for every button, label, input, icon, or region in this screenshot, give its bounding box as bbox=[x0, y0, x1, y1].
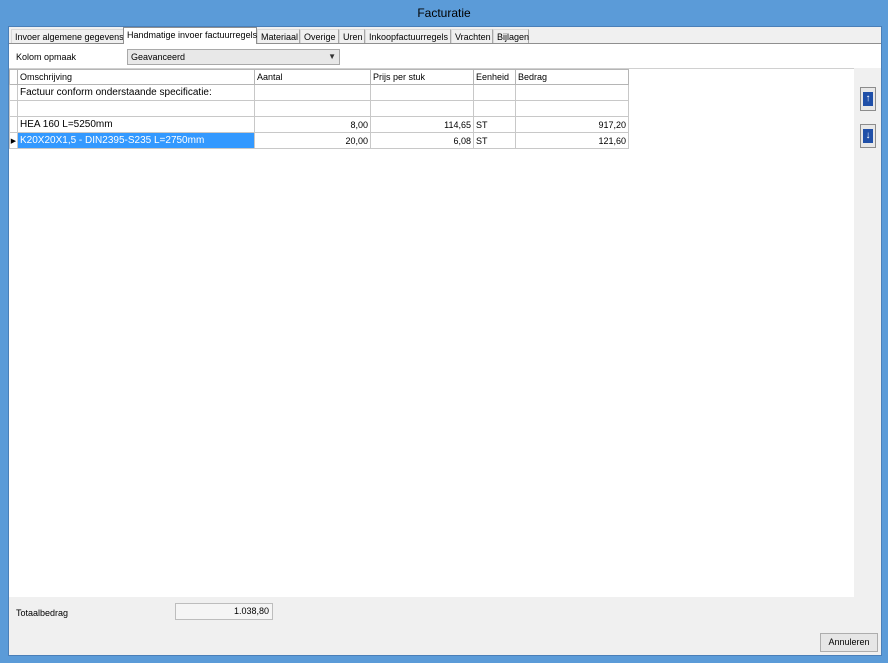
arrow-down-icon: ↓ bbox=[863, 129, 873, 143]
cell-prijs[interactable] bbox=[370, 84, 474, 101]
tab-bijlagen[interactable]: Bijlagen bbox=[493, 29, 529, 43]
tab-materiaal[interactable]: Materiaal bbox=[257, 29, 300, 43]
table-row[interactable] bbox=[9, 100, 629, 117]
window-title: Facturatie bbox=[417, 6, 471, 20]
row-selector[interactable] bbox=[9, 100, 18, 117]
cell-prijs[interactable]: 114,65 bbox=[370, 116, 474, 133]
cell-omschrijving[interactable]: K20X20X1,5 - DIN2395-S235 L=2750mm bbox=[17, 132, 255, 149]
row-selector-header bbox=[9, 69, 18, 85]
table-row-selected[interactable]: ▶ K20X20X1,5 - DIN2395-S235 L=2750mm 20,… bbox=[9, 132, 629, 149]
kolom-opmaak-dropdown[interactable]: Geavanceerd ▼ bbox=[127, 49, 340, 65]
column-header-eenheid[interactable]: Eenheid bbox=[473, 69, 516, 85]
cell-bedrag[interactable]: 917,20 bbox=[515, 116, 629, 133]
tab-uren[interactable]: Uren bbox=[339, 29, 365, 43]
row-selector[interactable] bbox=[9, 116, 18, 133]
column-header-bedrag[interactable]: Bedrag bbox=[515, 69, 629, 85]
cell-bedrag[interactable] bbox=[515, 100, 629, 117]
cell-prijs[interactable]: 6,08 bbox=[370, 132, 474, 149]
tab-panel: Kolom opmaak Geavanceerd ▼ Omschrijving … bbox=[9, 44, 881, 655]
invoice-lines-table: Omschrijving Aantal Prijs per stuk Eenhe… bbox=[9, 69, 629, 149]
invoice-lines-grid[interactable]: Omschrijving Aantal Prijs per stuk Eenhe… bbox=[9, 68, 854, 598]
cell-aantal[interactable]: 8,00 bbox=[254, 116, 371, 133]
tab-inkoopfactuurregels[interactable]: Inkoopfactuurregels bbox=[365, 29, 451, 43]
cell-bedrag[interactable] bbox=[515, 84, 629, 101]
cell-prijs[interactable] bbox=[370, 100, 474, 117]
cell-eenheid[interactable] bbox=[473, 100, 516, 117]
tab-invoer-algemene-gegevens[interactable]: Invoer algemene gegevens bbox=[11, 29, 124, 43]
move-row-up-button[interactable]: ↑ bbox=[860, 87, 876, 111]
table-header-row: Omschrijving Aantal Prijs per stuk Eenhe… bbox=[9, 69, 629, 85]
cell-aantal[interactable]: 20,00 bbox=[254, 132, 371, 149]
row-move-strip: ↑ ↓ bbox=[854, 68, 881, 597]
column-header-aantal[interactable]: Aantal bbox=[254, 69, 371, 85]
tab-vrachten[interactable]: Vrachten bbox=[451, 29, 493, 43]
annuleren-button[interactable]: Annuleren bbox=[820, 633, 878, 652]
cell-aantal[interactable] bbox=[254, 100, 371, 117]
chevron-down-icon[interactable]: ▼ bbox=[328, 50, 336, 64]
table-row[interactable]: Factuur conform onderstaande specificati… bbox=[9, 84, 629, 101]
column-header-prijs-per-stuk[interactable]: Prijs per stuk bbox=[370, 69, 474, 85]
kolom-opmaak-value: Geavanceerd bbox=[131, 52, 186, 62]
cell-bedrag[interactable]: 121,60 bbox=[515, 132, 629, 149]
cell-eenheid[interactable] bbox=[473, 84, 516, 101]
cell-aantal[interactable] bbox=[254, 84, 371, 101]
totaalbedrag-label: Totaalbedrag bbox=[16, 608, 69, 618]
totaalbedrag-field: 1.038,80 bbox=[175, 603, 273, 620]
row-pointer-icon[interactable]: ▶ bbox=[9, 132, 18, 149]
cell-eenheid[interactable]: ST bbox=[473, 132, 516, 149]
cell-omschrijving[interactable]: HEA 160 L=5250mm bbox=[17, 116, 255, 133]
table-row[interactable]: HEA 160 L=5250mm 8,00 114,65 ST 917,20 bbox=[9, 116, 629, 133]
cell-omschrijving[interactable] bbox=[17, 100, 255, 117]
facturatie-window: Facturatie Invoer algemene gegevens Hand… bbox=[0, 0, 888, 663]
cell-omschrijving[interactable]: Factuur conform onderstaande specificati… bbox=[17, 84, 255, 101]
column-header-omschrijving[interactable]: Omschrijving bbox=[17, 69, 255, 85]
arrow-up-icon: ↑ bbox=[863, 92, 873, 106]
client-area: Invoer algemene gegevens Handmatige invo… bbox=[8, 26, 882, 656]
footer: Totaalbedrag 1.038,80 Annuleren bbox=[9, 597, 881, 655]
move-row-down-button[interactable]: ↓ bbox=[860, 124, 876, 148]
kolom-opmaak-label: Kolom opmaak bbox=[16, 52, 77, 62]
tab-overige[interactable]: Overige bbox=[300, 29, 339, 43]
row-selector[interactable] bbox=[9, 84, 18, 101]
cell-eenheid[interactable]: ST bbox=[473, 116, 516, 133]
tab-strip: Invoer algemene gegevens Handmatige invo… bbox=[9, 27, 881, 44]
tab-handmatige-invoer-factuurregels[interactable]: Handmatige invoer factuurregels bbox=[123, 27, 257, 44]
